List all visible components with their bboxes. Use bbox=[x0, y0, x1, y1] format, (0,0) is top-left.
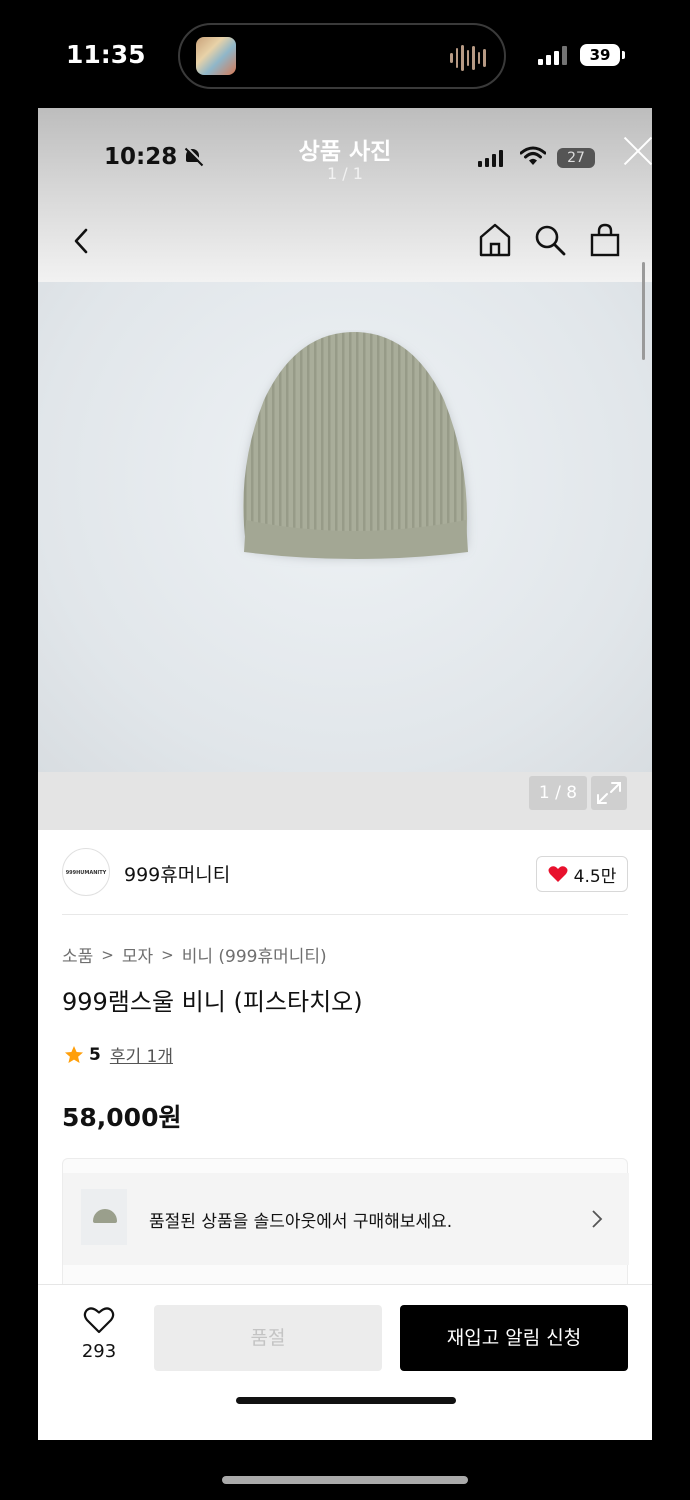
breadcrumb-item[interactable]: 비니 (999휴머니티) bbox=[182, 942, 327, 967]
review-link[interactable]: 후기 1개 bbox=[110, 1042, 173, 1067]
soldout-thumbnail bbox=[81, 1189, 127, 1245]
chevron-right-icon bbox=[592, 1210, 603, 1228]
home-icon[interactable] bbox=[478, 222, 512, 258]
now-playing-artwork bbox=[196, 37, 236, 75]
soldout-button[interactable]: 품절 bbox=[154, 1305, 382, 1371]
wifi-icon bbox=[520, 146, 546, 165]
product-image[interactable] bbox=[38, 282, 652, 772]
shopping-bag-icon[interactable] bbox=[589, 222, 621, 258]
heart-outline-icon bbox=[83, 1307, 115, 1334]
outer-clock: 11:35 bbox=[66, 40, 146, 69]
image-counter: 1 / 8 bbox=[529, 776, 587, 810]
inner-home-indicator bbox=[236, 1397, 456, 1404]
restock-alert-button[interactable]: 재입고 알림 신청 bbox=[400, 1305, 628, 1371]
beanie-thumbnail-icon bbox=[93, 1209, 117, 1223]
bottom-action-bar: 293 품절 재입고 알림 신청 bbox=[38, 1284, 652, 1440]
dynamic-island[interactable] bbox=[178, 23, 506, 89]
cellular-signal-icon bbox=[478, 150, 503, 167]
close-icon[interactable] bbox=[623, 136, 652, 166]
chevron-right-icon: > bbox=[101, 945, 114, 964]
wishlist-button[interactable]: 293 bbox=[76, 1305, 122, 1362]
outer-status-bar: 11:35 39 bbox=[0, 0, 690, 108]
search-icon[interactable] bbox=[534, 224, 566, 256]
soldout-banner[interactable]: 품절된 상품을 솔드아웃에서 구매해보세요. bbox=[62, 1158, 629, 1284]
rating-score: 5 bbox=[89, 1044, 101, 1065]
star-icon bbox=[65, 1045, 83, 1063]
audio-waveform-icon bbox=[450, 43, 487, 73]
heart-filled-icon bbox=[548, 866, 568, 882]
soldout-banner-body: 품절된 상품을 솔드아웃에서 구매해보세요. bbox=[63, 1173, 629, 1265]
divider bbox=[62, 914, 628, 915]
product-photo-screenshot: 10:28 상품 사진 1 / 1 27 1 / 8 999HUMANITY 9… bbox=[38, 108, 652, 1440]
breadcrumb-item[interactable]: 모자 bbox=[122, 942, 153, 967]
brand-name[interactable]: 999휴머니티 bbox=[124, 860, 230, 887]
breadcrumb-item[interactable]: 소품 bbox=[62, 942, 93, 967]
brand-row[interactable]: 999HUMANITY 999휴머니티 4.5만 bbox=[62, 848, 628, 898]
back-chevron-icon[interactable] bbox=[72, 226, 92, 256]
brand-like-button[interactable]: 4.5만 bbox=[536, 856, 628, 892]
soldout-banner-text: 품절된 상품을 솔드아웃에서 구매해보세요. bbox=[149, 1212, 453, 1232]
home-indicator[interactable] bbox=[222, 1476, 468, 1484]
breadcrumb: 소품 > 모자 > 비니 (999휴머니티) bbox=[62, 942, 327, 968]
rating: 5 후기 1개 bbox=[64, 1042, 173, 1067]
wishlist-count: 293 bbox=[81, 1341, 117, 1362]
chevron-right-icon: > bbox=[161, 945, 174, 964]
brand-like-count: 4.5만 bbox=[573, 866, 617, 887]
expand-icon[interactable] bbox=[591, 776, 627, 810]
product-title: 999램스울 비니 (피스타치오) bbox=[62, 988, 363, 1016]
cellular-signal-icon bbox=[538, 45, 567, 65]
inner-battery-indicator: 27 bbox=[557, 148, 595, 168]
brand-logo[interactable]: 999HUMANITY bbox=[62, 848, 110, 896]
product-price: 58,000원 bbox=[62, 1103, 182, 1132]
battery-indicator: 39 bbox=[580, 44, 625, 66]
page-scrollbar[interactable] bbox=[642, 262, 645, 360]
beanie-photo bbox=[243, 332, 468, 559]
